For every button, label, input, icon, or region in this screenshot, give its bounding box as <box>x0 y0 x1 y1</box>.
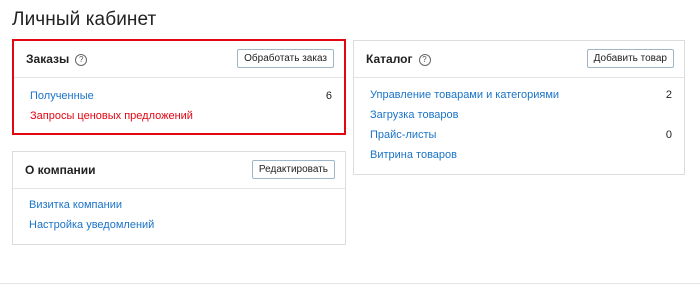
price-lists-count: 0 <box>665 129 672 141</box>
add-product-button[interactable]: Добавить товар <box>586 49 674 68</box>
edit-button[interactable]: Редактировать <box>251 160 335 179</box>
list-item-price-requests[interactable]: Запросы ценовых предложений <box>30 110 332 126</box>
process-order-button[interactable]: Обработать заказ <box>237 49 334 68</box>
manage-products-link[interactable]: Управление товарами и категориями <box>370 89 559 101</box>
catalog-card-title: Каталог? <box>366 52 431 66</box>
catalog-title-text: Каталог <box>366 52 413 66</box>
list-item-price-lists[interactable]: Прайс-листы 0 <box>370 129 672 145</box>
showcase-link[interactable]: Витрина товаров <box>370 149 457 161</box>
list-item-received[interactable]: Полученные 6 <box>30 90 332 106</box>
price-lists-link[interactable]: Прайс-листы <box>370 129 436 141</box>
list-item-notification-settings[interactable]: Настройка уведомлений <box>29 219 333 235</box>
list-item-upload-products[interactable]: Загрузка товаров <box>370 109 672 125</box>
received-link[interactable]: Полученные <box>30 90 94 102</box>
list-item-manage-products[interactable]: Управление товарами и категориями 2 <box>370 89 672 105</box>
list-item-showcase[interactable]: Витрина товаров <box>370 149 672 165</box>
help-icon[interactable]: ? <box>418 54 431 66</box>
list-item-company-card[interactable]: Визитка компании <box>29 199 333 215</box>
company-card-link[interactable]: Визитка компании <box>29 199 122 211</box>
company-card-header: О компании Редактировать <box>13 152 345 189</box>
orders-title-text: Заказы <box>26 52 70 66</box>
notification-settings-link[interactable]: Настройка уведомлений <box>29 219 154 231</box>
manage-products-count: 2 <box>665 89 672 101</box>
orders-card-header: Заказы? Обработать заказ <box>14 41 344 78</box>
company-card-title: О компании <box>25 163 96 177</box>
company-card: О компании Редактировать Визитка компани… <box>12 151 346 245</box>
catalog-card-header: Каталог? Добавить товар <box>354 41 684 78</box>
price-requests-link[interactable]: Запросы ценовых предложений <box>30 110 193 122</box>
orders-card: Заказы? Обработать заказ Полученные 6 За… <box>12 39 346 135</box>
catalog-card: Каталог? Добавить товар Управление товар… <box>353 40 685 175</box>
upload-products-link[interactable]: Загрузка товаров <box>370 109 459 121</box>
page-title: Личный кабинет <box>12 9 157 30</box>
footer-divider <box>0 283 700 284</box>
help-icon[interactable]: ? <box>75 54 88 66</box>
orders-card-title: Заказы? <box>26 52 88 66</box>
received-count: 6 <box>325 90 332 102</box>
